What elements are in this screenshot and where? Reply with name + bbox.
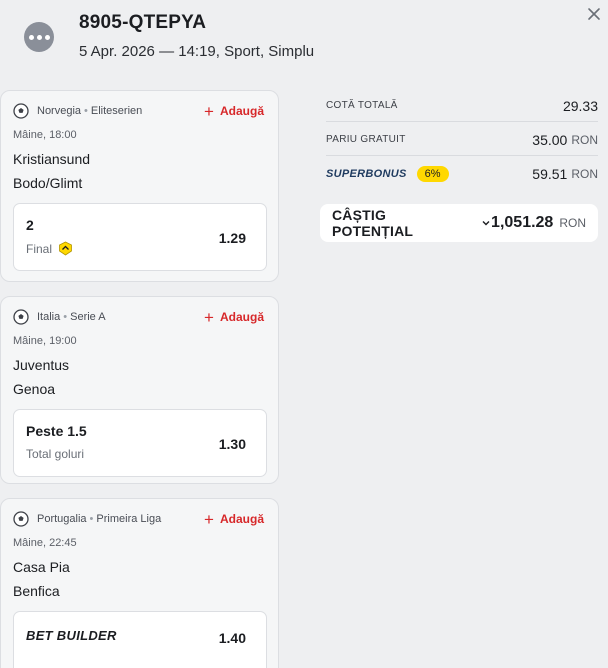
bet-card-header: Italia • Serie A + Adaugă — [13, 309, 264, 326]
total-odds-row: COTĂ TOTALĂ 29.33 — [326, 90, 598, 122]
selection-odd: 1.29 — [218, 230, 246, 246]
home-team: Juventus — [13, 357, 70, 373]
away-team: Genoa — [13, 381, 56, 397]
bet-card: Norvegia • Eliteserien + Adaugă Mâine, 18:0… — [0, 90, 279, 282]
free-bet-value: 35.00 — [532, 131, 568, 148]
ticket-meta: 5 Apr. 2026 — 14:19, Sport, Simplu — [79, 43, 315, 60]
selection-odd: 1.40 — [218, 630, 246, 646]
more-dots-icon[interactable] — [24, 22, 54, 52]
superbonus-label: SUPERBONUS — [326, 168, 407, 180]
selection-name: 2 — [26, 217, 34, 233]
free-bet-row: PARIU GRATUIT 35.00 RON — [326, 124, 598, 156]
league-label: Portugalia • Primeira Liga — [37, 513, 162, 525]
home-team: Kristiansund — [13, 151, 91, 167]
plus-icon: + — [204, 509, 214, 529]
currency-label: RON — [571, 167, 598, 181]
bet-builder-box[interactable]: BET BUILDER 1.40 — [13, 611, 267, 668]
boost-shield-icon — [59, 241, 72, 256]
total-odds-label: COTĂ TOTALĂ — [326, 100, 398, 111]
potential-win-toggle[interactable]: CÂȘTIG POTENȚIAL 1,051.28 RON — [320, 204, 598, 242]
selection-market: Final — [26, 241, 73, 256]
plus-icon: + — [204, 307, 214, 327]
currency-label: RON — [571, 132, 598, 147]
league-label: Norvegia • Eliteserien — [37, 105, 143, 117]
selection-odd: 1.30 — [218, 436, 246, 452]
superbonus-percent-badge: 6% — [416, 166, 449, 182]
league-label: Italia • Serie A — [37, 311, 106, 323]
soccer-ball-icon — [13, 103, 29, 119]
bet-builder-label: BET BUILDER — [26, 628, 117, 643]
bet-card: Portugalia • Primeira Liga + Adaugă Mâine, … — [0, 498, 279, 668]
add-button[interactable]: + Adaugă — [204, 103, 264, 120]
bet-card-header: Portugalia • Primeira Liga + Adaugă — [13, 511, 264, 528]
superbonus-row: SUPERBONUS 6% 59.51 RON — [326, 158, 598, 190]
ticket-header: 8905-QTEPYA 5 Apr. 2026 — 14:19, Sport, … — [0, 0, 608, 80]
superbonus-value: 59.51 — [532, 166, 568, 182]
bet-card: Italia • Serie A + Adaugă Mâine, 19:00 Juve… — [0, 296, 279, 484]
bet-card-header: Norvegia • Eliteserien + Adaugă — [13, 103, 264, 120]
close-icon[interactable] — [584, 4, 604, 24]
soccer-ball-icon — [13, 511, 29, 527]
away-team: Benfica — [13, 583, 60, 599]
home-team: Casa Pia — [13, 559, 70, 575]
potential-win-label: CÂȘTIG POTENȚIAL — [332, 207, 414, 239]
selection-box[interactable]: Peste 1.5 Total goluri 1.30 — [13, 409, 267, 477]
ticket-id: 8905-QTEPYA — [79, 12, 207, 33]
soccer-ball-icon — [13, 309, 29, 325]
selection-box[interactable]: 2 Final 1.29 — [13, 203, 267, 271]
chevron-down-icon — [482, 221, 490, 226]
add-button[interactable]: + Adaugă — [204, 309, 264, 326]
selection-market: Total goluri — [26, 447, 85, 461]
away-team: Bodo/Glimt — [13, 175, 83, 191]
currency-label: RON — [559, 216, 586, 230]
potential-win-value: 1,051.28 — [491, 214, 554, 231]
kickoff-time: Mâine, 19:00 — [13, 335, 77, 347]
selection-name: Peste 1.5 — [26, 423, 87, 439]
total-odds-value: 29.33 — [562, 97, 598, 114]
kickoff-time: Mâine, 22:45 — [13, 537, 77, 549]
add-button[interactable]: + Adaugă — [204, 511, 264, 528]
plus-icon: + — [204, 101, 214, 121]
free-bet-label: PARIU GRATUIT — [326, 134, 406, 145]
kickoff-time: Mâine, 18:00 — [13, 129, 77, 141]
